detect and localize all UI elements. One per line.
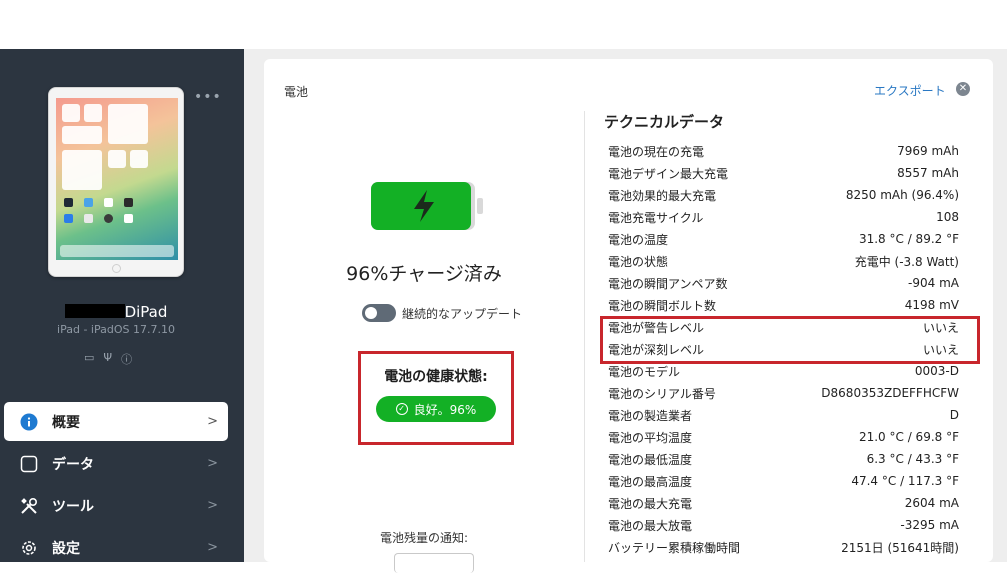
battery-notify-label: 電池残量の通知: [379,531,469,545]
tech-value: 充電中 (-3.8 Watt) [854,254,959,269]
tech-row: 電池充電サイクル 108 [604,206,964,228]
tech-label: 電池の温度 [608,232,669,247]
tech-row: 電池の最大放電 -3295 mA [604,514,964,536]
close-icon[interactable]: ✕ [956,82,970,96]
tech-value: 8250 mAh (96.4%) [845,188,959,202]
info-circle-icon[interactable]: ⓘ [121,351,132,367]
check-circle-icon: ✓ [395,403,408,415]
tech-value: 6.3 °C / 43.3 °F [866,452,959,466]
sidebar-item-label: 概要 [52,414,80,431]
sidebar-item-tools[interactable]: ツール > [4,486,228,525]
tech-label: 電池デザイン最大充電 [608,166,729,181]
gear-icon [19,538,39,558]
charge-status: 96%チャージ済み [346,263,502,285]
chevron-right-icon: > [207,498,218,513]
tech-label: 電池の瞬間ボルト数 [608,298,717,313]
continuous-update-toggle[interactable] [362,304,396,322]
tech-value: -3295 mA [900,518,959,532]
panel-title: 電池 [284,85,309,99]
tech-data-title: テクニカルデータ [604,113,725,131]
tech-row: 電池の最低温度 6.3 °C / 43.3 °F [604,448,964,470]
tech-row: 電池の状態 充電中 (-3.8 Watt) [604,250,964,272]
usb-icon: Ψ [103,351,113,364]
tech-label: 電池の最大充電 [608,496,693,511]
sidebar-item-data[interactable]: データ > [4,444,228,483]
continuous-update-row: 継続的なアップデート [362,304,522,322]
chevron-right-icon: > [207,456,218,471]
chevron-right-icon: > [207,414,218,429]
tech-label: 電池のシリアル番号 [608,386,716,401]
tech-label: 電池の状態 [608,254,669,269]
tech-row: 電池デザイン最大充電 8557 mAh [604,162,964,184]
tech-row: 電池の最高温度 47.4 °C / 117.3 °F [604,470,964,492]
tech-row: 電池の平均温度 21.0 °C / 69.8 °F [604,426,964,448]
device-image [48,87,184,277]
tech-value: D [949,408,959,422]
battery-icon: ▭ [84,351,95,364]
sidebar-item-overview[interactable]: 概要 > [4,402,228,441]
tech-label: 電池の製造業者 [608,408,693,423]
tech-row: 電池のシリアル番号 D8680353ZDEFFHCFW [604,382,964,404]
tech-row: 電池の最大充電 2604 mA [604,492,964,514]
tech-row: 電池の温度 31.8 °C / 89.2 °F [604,228,964,250]
tech-value: 2604 mA [904,496,959,510]
battery-health-badge: ✓ 良好。96% [376,396,496,422]
tech-value: 31.8 °C / 89.2 °F [858,232,959,246]
more-options-icon[interactable]: ••• [194,89,222,105]
chevron-right-icon: > [207,540,218,555]
tech-label: 電池の最低温度 [608,452,693,467]
tech-label: 電池の最大放電 [608,518,693,533]
tech-label: 電池の瞬間アンペア数 [608,276,728,291]
battery-icon [371,182,483,230]
tech-value: 21.0 °C / 69.8 °F [858,430,959,444]
sidebar-item-label: データ [52,456,94,473]
battery-notify-input[interactable] [394,553,474,573]
tech-row: 電池効果的最大充電 8250 mAh (96.4%) [604,184,964,206]
battery-health-title: 電池の健康状態: [384,369,488,385]
tech-row: バッテリー累積稼働時間 2151日 (51641時間) [604,536,964,558]
divider [584,111,585,562]
tech-label: 電池の最高温度 [608,474,693,489]
tech-row: 電池の製造業者 D [604,404,964,426]
tech-row: 電池の瞬間ボルト数 4198 mV [604,294,964,316]
tech-row: 電池の瞬間アンペア数 -904 mA [604,272,964,294]
device-status-icons: ▭ Ψ ⓘ [84,351,132,367]
tech-label: 電池の現在の充電 [608,144,705,159]
sidebar: ••• DiPad iPad - iPadOS 17.7.10 ▭ Ψ ⓘ 概要… [0,49,244,562]
warning-level-highlight [600,316,980,364]
tech-value: 4198 mV [904,298,959,312]
sidebar-item-settings[interactable]: 設定 > [4,528,228,567]
tech-value: 47.4 °C / 117.3 °F [851,474,959,488]
tech-value: 0003-D [914,364,959,378]
square-icon [19,454,39,474]
device-name: DiPad [0,303,232,321]
tech-value: 2151日 (51641時間) [841,540,959,555]
battery-panel: 電池 エクスポート ✕ 96%チャージ済み 継続的なアップデート 電池の健康状態… [264,59,993,573]
tech-value: -904 mA [908,276,959,290]
info-icon [19,412,39,432]
export-button[interactable]: エクスポート [874,82,946,99]
tech-value: D8680353ZDEFFHCFW [821,386,959,400]
tech-value: 8557 mAh [897,166,959,180]
tech-label: 電池充電サイクル [608,210,704,225]
tech-label: バッテリー累積稼働時間 [608,540,741,555]
battery-health-value: 良好。96% [413,402,477,417]
tools-icon [19,496,39,516]
continuous-update-label: 継続的なアップデート [402,306,523,321]
tech-label: 電池効果的最大充電 [608,188,717,203]
sidebar-item-label: ツール [52,498,94,515]
tech-row: 電池の現在の充電 7969 mAh [604,140,964,162]
tech-label: 電池の平均温度 [608,430,693,445]
tech-value: 7969 mAh [897,144,959,158]
device-subtitle: iPad - iPadOS 17.7.10 [57,323,175,336]
battery-health-highlight: 電池の健康状態: ✓ 良好。96% [358,351,514,445]
tech-value: 108 [936,210,959,224]
tech-label: 電池のモデル [608,364,681,379]
sidebar-item-label: 設定 [52,540,80,557]
